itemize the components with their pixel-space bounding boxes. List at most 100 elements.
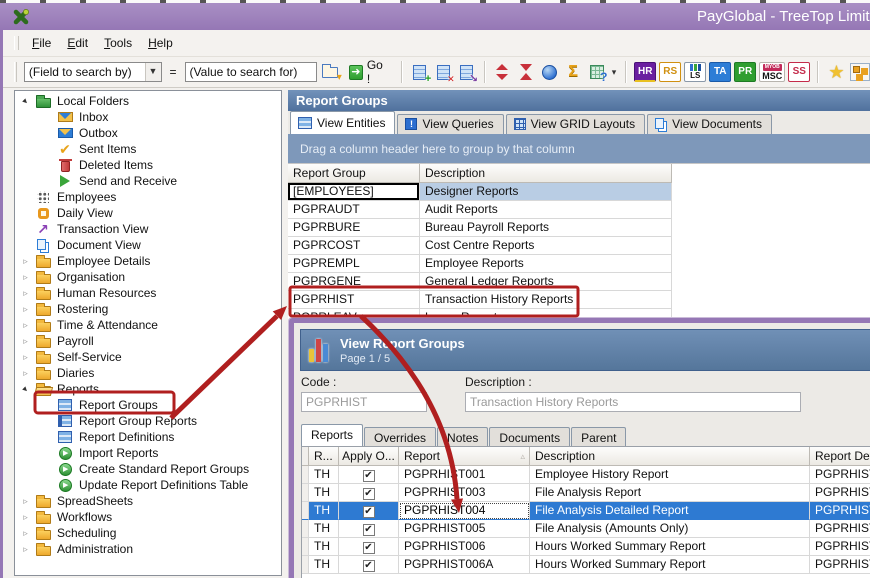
apply-overrides-cell[interactable] [339, 520, 399, 538]
report-definition-cell[interactable]: PGPRHIST003 [810, 484, 870, 502]
toolbar-overflow-chevron[interactable]: ▾ [610, 67, 619, 78]
table-row[interactable]: [EMPLOYEES] Designer Reports [288, 183, 870, 201]
tree-item[interactable]: ▹ Administration [15, 541, 281, 557]
tree-item[interactable]: ▹ SpreadSheets [15, 493, 281, 509]
table-row[interactable]: TH PGPRHIST004 File Analysis Detailed Re… [302, 502, 870, 520]
tree-item[interactable]: ▹ Payroll [15, 333, 281, 349]
view-tab[interactable]: View GRID Layouts [506, 114, 646, 134]
report-type-cell[interactable]: TH [309, 538, 339, 556]
dialog-tab[interactable]: Parent [571, 427, 626, 446]
tree-item[interactable]: ▹ Diaries [15, 365, 281, 381]
dialog-tab[interactable]: Notes [437, 427, 488, 446]
group-by-bar[interactable]: Drag a column header here to group by th… [288, 134, 870, 163]
column-header[interactable]: Apply O... [339, 447, 399, 466]
search-folder-button[interactable] [320, 61, 340, 83]
dialog-tab[interactable]: Overrides [364, 427, 436, 446]
report-group-cell[interactable]: [EMPLOYEES] [288, 183, 420, 201]
expand-arrow-icon[interactable]: ▹ [19, 272, 32, 283]
save-record-button[interactable] [456, 61, 476, 83]
report-type-cell[interactable]: TH [309, 484, 339, 502]
description-cell[interactable]: Employee Reports [420, 255, 672, 273]
menu-item[interactable]: Help [140, 33, 181, 53]
apply-checkbox[interactable] [363, 506, 375, 518]
table-row[interactable]: TH PGPRHIST006A Hours Worked Summary Rep… [302, 556, 870, 574]
report-definition-cell[interactable]: PGPRHIST006A [810, 556, 870, 574]
module-badge[interactable]: LS [684, 62, 706, 82]
column-header[interactable]: Report Definition [810, 447, 870, 466]
sum-button[interactable]: Σ [563, 61, 583, 83]
field-search-dropdown[interactable]: (Field to search by) ▼ [24, 62, 162, 82]
tree-item[interactable]: ▹ Workflows [15, 509, 281, 525]
chevron-down-icon[interactable]: ▼ [145, 63, 161, 81]
view-tab[interactable]: View Queries [397, 114, 503, 134]
tree-item[interactable]: Report Definitions [15, 429, 281, 445]
report-group-cell[interactable]: PGPRGENE [288, 273, 420, 291]
tree-item[interactable]: ▹ Organisation [15, 269, 281, 285]
report-description-cell[interactable]: File Analysis (Amounts Only) [530, 520, 810, 538]
apply-checkbox[interactable] [363, 542, 375, 554]
tree-item[interactable]: Update Report Definitions Table [15, 477, 281, 493]
expand-arrow-icon[interactable]: ▹ [19, 352, 32, 363]
report-definition-cell[interactable]: PGPRHIST004 [810, 502, 870, 520]
menu-item[interactable]: Edit [59, 33, 96, 53]
calculator-button[interactable] [586, 61, 606, 83]
table-row[interactable]: PGPRCOST Cost Centre Reports [288, 237, 870, 255]
apply-overrides-cell[interactable] [339, 466, 399, 484]
web-button[interactable] [540, 61, 560, 83]
report-definition-cell[interactable]: PGPRHIST005 [810, 520, 870, 538]
tree-item[interactable]: ▹ Self-Service [15, 349, 281, 365]
report-type-cell[interactable]: TH [309, 466, 339, 484]
table-row[interactable]: TH PGPRHIST003 File Analysis Report PGPR… [302, 484, 870, 502]
table-row[interactable]: TH PGPRHIST005 File Analysis (Amounts On… [302, 520, 870, 538]
column-header[interactable]: Report Group [288, 164, 420, 183]
tree-item[interactable]: Sent Items [15, 141, 281, 157]
report-cell[interactable]: PGPRHIST006A [399, 556, 530, 574]
expand-arrow-icon[interactable]: ▹ [19, 336, 32, 347]
module-badge[interactable]: TA [709, 62, 731, 82]
expand-arrow-icon[interactable]: ▹ [19, 304, 32, 315]
tree-item[interactable]: Deleted Items [15, 157, 281, 173]
table-row[interactable]: TH PGPRHIST001 Employee History Report P… [302, 466, 870, 484]
description-cell[interactable]: Designer Reports [420, 183, 672, 201]
table-row[interactable]: PGPRBURE Bureau Payroll Reports [288, 219, 870, 237]
apply-overrides-cell[interactable] [339, 538, 399, 556]
report-cell[interactable]: PGPRHIST005 [399, 520, 530, 538]
table-row[interactable]: PGPRHIST Transaction History Reports [288, 291, 870, 309]
filter-button[interactable] [516, 61, 536, 83]
description-cell[interactable]: Transaction History Reports [420, 291, 672, 309]
tree-item[interactable]: ▹ Scheduling [15, 525, 281, 541]
value-search-input[interactable]: (Value to search for) [185, 62, 317, 82]
report-cell[interactable]: PGPRHIST004 [399, 502, 530, 520]
apply-overrides-cell[interactable] [339, 556, 399, 574]
table-row[interactable]: PGPRGENE General Ledger Reports [288, 273, 870, 291]
favourites-button[interactable]: ★ [826, 61, 846, 83]
report-group-cell[interactable]: PGPRCOST [288, 237, 420, 255]
report-cell[interactable]: PGPRHIST006 [399, 538, 530, 556]
expand-arrow-icon[interactable]: ▹ [19, 320, 32, 331]
expand-arrow-icon[interactable]: ▹ [19, 256, 32, 267]
module-badge[interactable]: MYOB MSC [759, 62, 785, 82]
expand-arrow-icon[interactable]: ▹ [19, 496, 32, 507]
apply-overrides-cell[interactable] [339, 502, 399, 520]
titlebar[interactable]: PayGlobal - TreeTop Limited [0, 3, 870, 30]
tree-item[interactable]: Report Groups [15, 397, 281, 413]
report-description-cell[interactable]: File Analysis Report [530, 484, 810, 502]
report-group-cell[interactable]: PGPREMPL [288, 255, 420, 273]
description-cell[interactable]: Leave Reports [420, 309, 672, 318]
tree-item[interactable]: ▹ Employee Details [15, 253, 281, 269]
dialog-tab[interactable]: Documents [489, 427, 570, 446]
report-group-cell[interactable]: PGPRHIST [288, 291, 420, 309]
module-badge[interactable]: HR [634, 62, 656, 82]
expand-arrow-icon[interactable]: ▹ [19, 528, 32, 539]
apply-checkbox[interactable] [363, 524, 375, 536]
apply-overrides-cell[interactable] [339, 484, 399, 502]
description-cell[interactable]: General Ledger Reports [420, 273, 672, 291]
tree-item[interactable]: Inbox [15, 109, 281, 125]
apply-checkbox[interactable] [363, 488, 375, 500]
tree-item[interactable]: ▹ Time & Attendance [15, 317, 281, 333]
description-cell[interactable]: Audit Reports [420, 201, 672, 219]
apply-checkbox[interactable] [363, 560, 375, 572]
report-definition-cell[interactable]: PGPRHIST006 [810, 538, 870, 556]
column-header[interactable]: Description [530, 447, 810, 466]
expand-arrow-icon[interactable]: ▹ [19, 544, 32, 555]
